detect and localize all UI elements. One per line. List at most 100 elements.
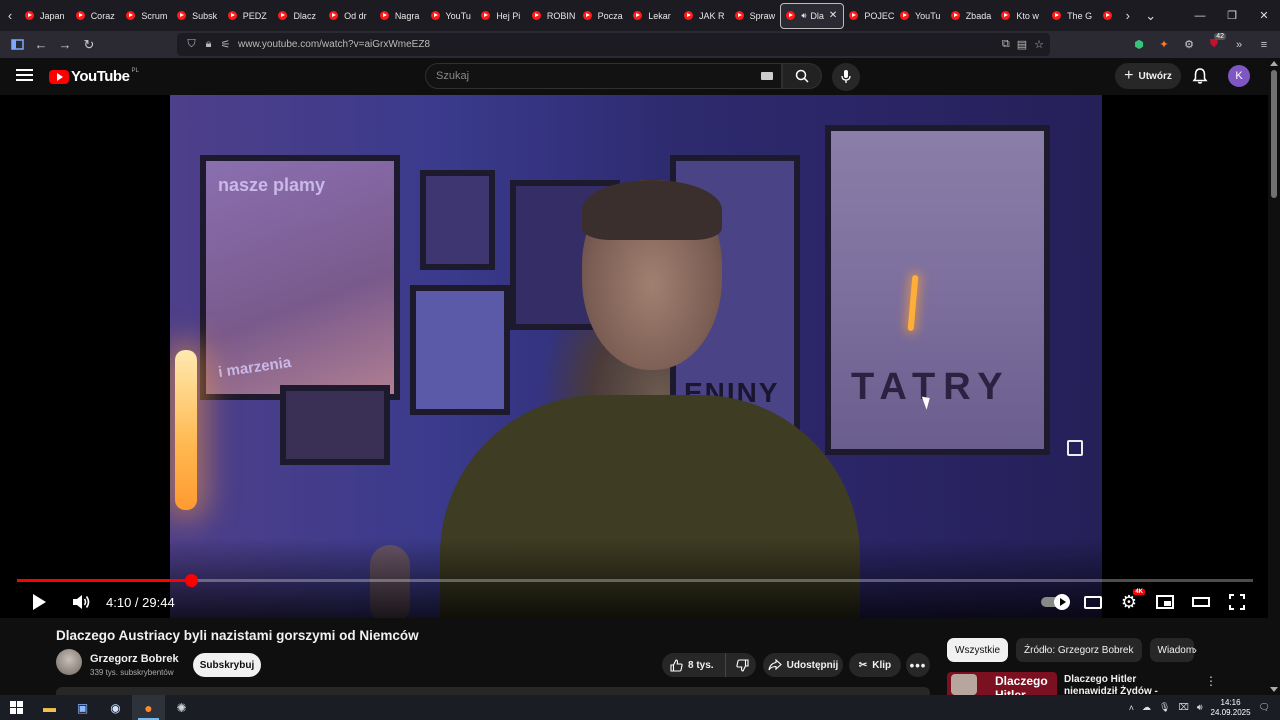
tray-overflow-chevron-icon[interactable]: ˄ [1129,703,1134,713]
chips-next-chevron-icon[interactable]: › [1193,643,1197,657]
browser-tab[interactable]: Scrum [121,3,172,29]
browser-tab[interactable]: Subsk [172,3,223,29]
browser-tab[interactable]: Japan [20,3,71,29]
notifications-bell-icon[interactable] [1191,67,1209,85]
fullscreen-button[interactable] [1226,591,1248,613]
sidebar-toggle-button[interactable] [5,33,29,57]
scroll-down-arrow-icon[interactable] [1270,687,1278,692]
tab-label: Subsk [192,10,218,21]
lens-icon[interactable] [1067,440,1083,456]
browser-tab[interactable]: Pocza [578,3,629,29]
theater-mode-button[interactable] [1190,591,1212,613]
account-avatar[interactable]: K [1228,65,1250,87]
miniplayer-button[interactable] [1154,591,1176,613]
browser-tab[interactable]: PEDZ [223,3,274,29]
tab-close-icon[interactable]: ✕ [829,10,837,21]
taskbar-firefox[interactable]: ● [132,695,165,720]
search-button[interactable] [782,63,822,89]
taskbar-app-monitor[interactable]: ▣ [66,695,99,720]
browser-tab[interactable]: Dlacz [273,3,324,29]
taskbar-clock[interactable]: 14:16 24.09.2025 [1211,698,1251,718]
browser-tab[interactable]: Spraw [730,3,781,29]
play-button[interactable] [28,591,50,613]
bookmark-star-icon[interactable]: ☆ [1034,38,1044,51]
scrollbar-thumb[interactable] [1271,70,1277,198]
settings-button[interactable]: ⚙ 4K [1118,589,1145,613]
mute-button[interactable] [70,591,92,613]
filter-chip[interactable]: Wiadomo [1149,638,1194,662]
filter-chip[interactable]: Wszystkie [947,638,1008,662]
taskbar-app-other[interactable]: ✺ [165,695,198,720]
start-button[interactable] [0,695,33,720]
extensions-puzzle-icon[interactable]: ⚙ [1180,36,1198,54]
subscribe-button[interactable]: Subskrybuj [193,653,261,677]
progress-bar[interactable] [17,574,1253,587]
guide-menu-icon[interactable] [16,69,33,81]
browser-tab[interactable]: POJEC [844,3,895,29]
close-window-button[interactable]: ✕ [1248,0,1280,31]
microphone-tray-icon[interactable]: 🎙︎ [1159,702,1170,713]
taskbar-explorer[interactable]: ▬ [33,695,66,720]
browser-tab[interactable] [1098,3,1118,29]
thumbnail-text: Dlaczego Hitler [995,674,1048,695]
taskbar-steam[interactable]: ◉ [99,695,132,720]
recommendation-title[interactable]: Dlaczego Hitler nienawidził Żydów - kuli… [1064,674,1189,695]
recommendation-thumbnail[interactable]: Dlaczego Hitler [947,672,1057,695]
page-scrollbar[interactable] [1268,58,1280,695]
extension-shield-icon[interactable]: ⬢ [1130,36,1148,54]
browser-tab[interactable]: Lekar [628,3,679,29]
minimize-button[interactable]: — [1184,0,1216,31]
forward-button[interactable]: → [53,33,77,57]
share-button[interactable]: Udostępnij [763,653,843,677]
autoplay-track [1041,594,1070,610]
extension-fox-icon[interactable]: ✦ [1155,36,1173,54]
browser-tab[interactable]: JAK R [679,3,730,29]
browser-tab[interactable]: Hej Pi [476,3,527,29]
browser-tab[interactable]: YouTu [426,3,477,29]
like-button[interactable]: 8 tys. [662,653,726,677]
picture-in-picture-icon[interactable]: ⧉ [1002,38,1010,51]
voice-search-button[interactable] [832,63,860,91]
recommendation-menu-icon[interactable]: ⋮ [1205,674,1217,688]
extension-ublock-icon[interactable]: ⛊ 42 [1205,32,1226,54]
clip-button[interactable]: ✂ Klip [849,653,901,677]
more-actions-button[interactable]: ••• [906,653,930,677]
keyboard-icon[interactable] [761,72,773,80]
overflow-chevron-icon[interactable]: » [1230,36,1248,54]
reload-button[interactable]: ↻ [77,33,101,57]
notification-center-icon[interactable]: 🗨︎ [1259,702,1270,713]
subtitles-button[interactable] [1082,591,1104,613]
back-button[interactable]: ← [29,33,53,57]
filter-chip[interactable]: Źródło: Grzegorz Bobrek [1016,638,1142,662]
browser-tab[interactable]: Nagra [375,3,426,29]
address-bar[interactable]: ⛉ 🔒︎ ⚟ www.youtube.com/watch?v=aiGrxWmeE… [177,33,1050,56]
scroll-up-arrow-icon[interactable] [1270,61,1278,66]
channel-avatar[interactable] [56,649,82,675]
reader-view-icon[interactable]: ▤ [1017,38,1027,51]
maximize-button[interactable]: ❐ [1216,0,1248,31]
browser-tab[interactable]: Zbada [946,3,997,29]
speaker-icon[interactable]: 🔊︎ [1197,702,1203,713]
autoplay-toggle[interactable] [1040,591,1070,613]
browser-tab[interactable]: Od dr [324,3,375,29]
video-player[interactable]: nasze plamy i marzenia ENINY TATRY 4:10 … [0,95,1268,618]
browser-tab[interactable]: Kto w [996,3,1047,29]
youtube-logo[interactable]: YouTube PL [49,68,139,85]
dislike-button[interactable] [726,658,749,672]
tabs-scroll-right-button[interactable]: › [1118,0,1138,31]
network-icon[interactable]: ⌧ [1178,702,1188,713]
app-menu-icon[interactable]: ≡ [1255,36,1273,54]
youtube-favicon-icon [849,11,859,20]
create-button[interactable]: + Utwórz [1115,63,1181,89]
tab-list-all-button[interactable]: ⌄ [1138,0,1164,31]
browser-tab[interactable]: ROBIN [527,3,578,29]
tab-active[interactable]: 🔊︎ Dla ✕ [780,2,845,29]
tabs-scroll-left-button[interactable]: ‹ [0,0,20,31]
search-input[interactable] [436,70,736,82]
tab-audio-icon[interactable]: 🔊︎ [801,11,806,21]
browser-tab[interactable]: YouTu [895,3,946,29]
onedrive-cloud-icon[interactable]: ☁ [1142,702,1151,713]
channel-name[interactable]: Grzegorz Bobrek [90,653,179,665]
browser-tab[interactable]: The G [1047,3,1098,29]
browser-tab[interactable]: Coraz [71,3,122,29]
